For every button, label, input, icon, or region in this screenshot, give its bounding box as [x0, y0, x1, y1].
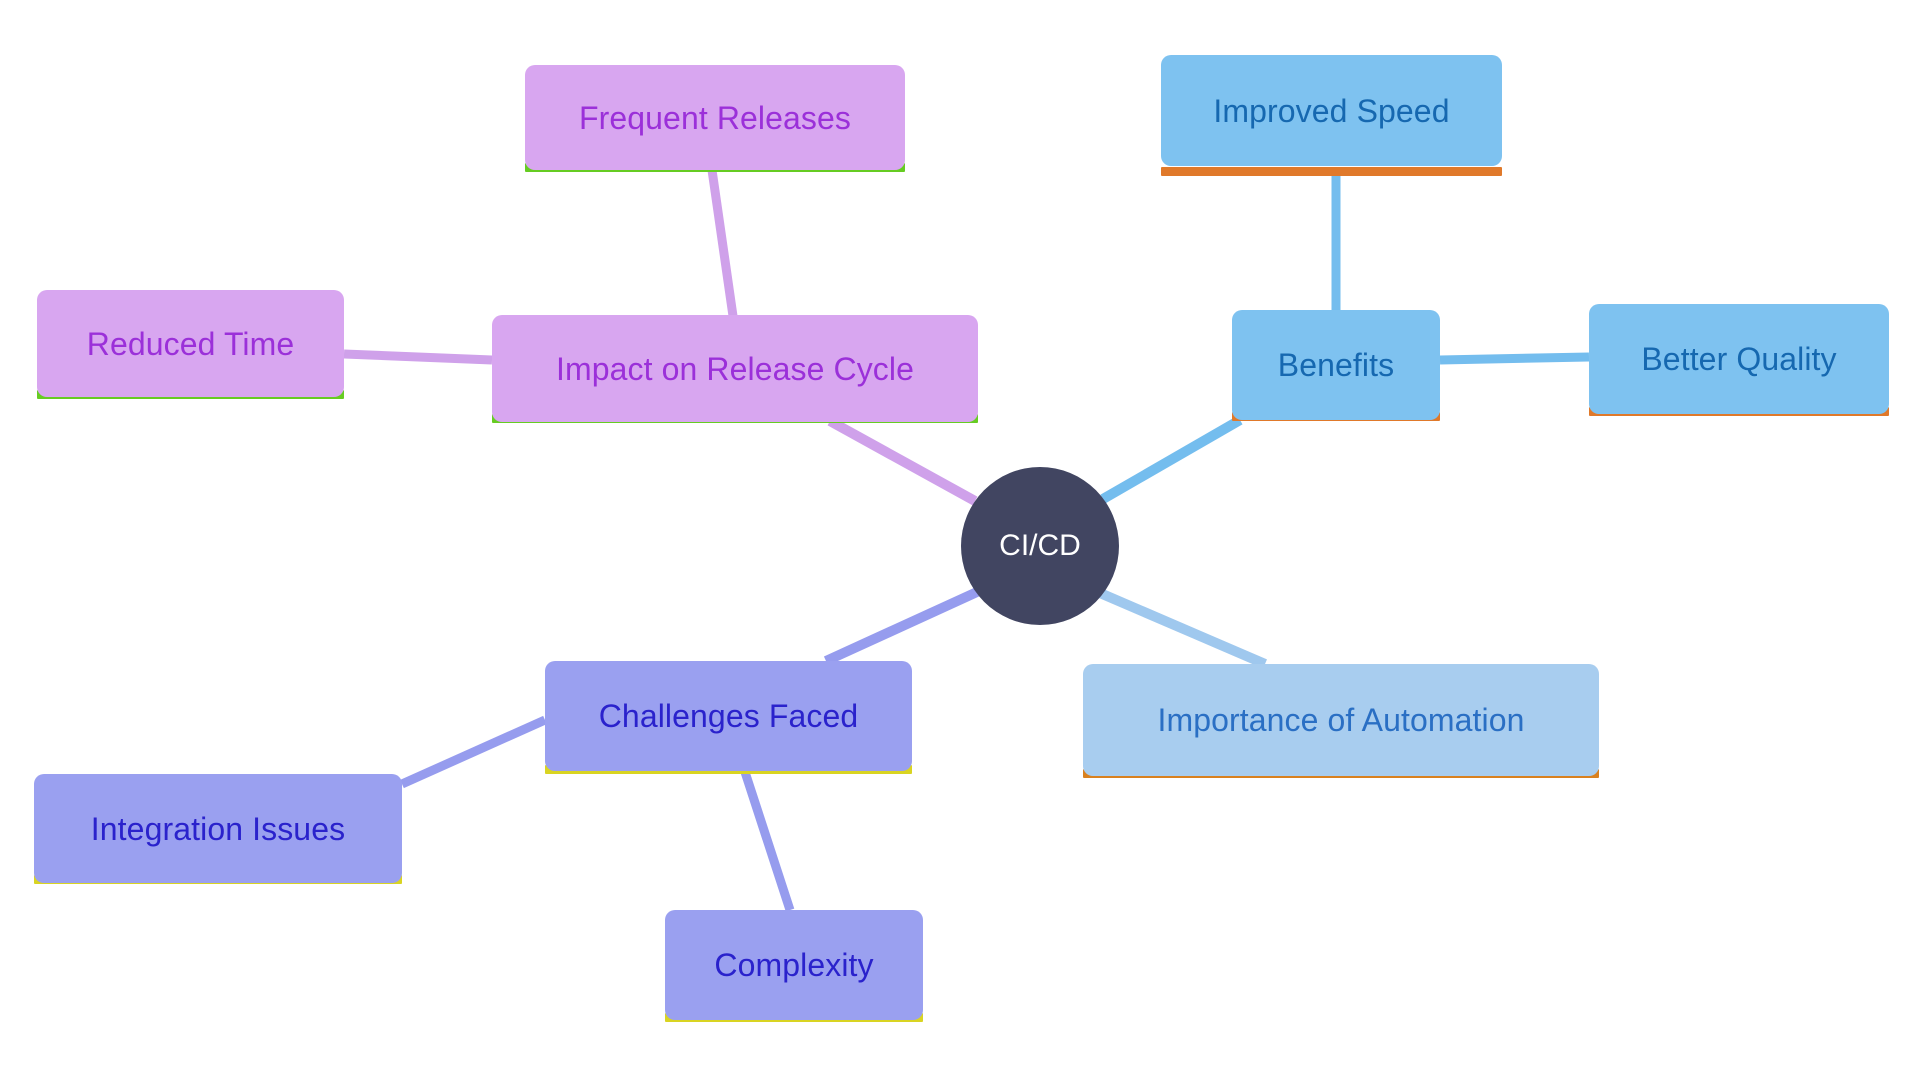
- center-node-cicd[interactable]: CI/CD: [961, 467, 1119, 625]
- node-label-complexity: Complexity: [714, 947, 874, 983]
- edge-challenges-integration: [400, 715, 547, 789]
- edge-cicd-impact: [827, 416, 978, 506]
- edge-challenges-complexity: [740, 770, 795, 912]
- node-better-quality[interactable]: Better Quality: [1589, 304, 1889, 414]
- edge-cicd-benefits: [1100, 415, 1243, 504]
- node-label-benefits: Benefits: [1277, 347, 1395, 383]
- node-frequent-releases[interactable]: Frequent Releases: [525, 65, 905, 170]
- edge-cicd-challenges: [823, 587, 980, 666]
- node-importance-of-automation[interactable]: Importance of Automation: [1083, 664, 1599, 776]
- node-impact-on-release-cycle[interactable]: Impact on Release Cycle: [492, 315, 978, 422]
- node-label-reduced-time: Reduced Time: [86, 325, 295, 362]
- node-label-challenges-faced: Challenges Faced: [598, 698, 859, 734]
- node-improved-speed[interactable]: Improved Speed: [1161, 55, 1502, 166]
- node-label-integration-issues: Integration Issues: [90, 810, 346, 847]
- edge-impact-reduced: [343, 349, 493, 365]
- node-challenges-faced[interactable]: Challenges Faced: [545, 661, 912, 771]
- edge-layer: [343, 168, 1590, 912]
- mindmap-canvas: Impact on Release Cycle Frequent Releases…: [0, 0, 1920, 1080]
- node-label-better-quality: Better Quality: [1641, 341, 1837, 377]
- edge-impact-frequent: [707, 169, 738, 317]
- edge-benefits-better: [1439, 352, 1590, 365]
- center-node-label: CI/CD: [999, 529, 1081, 562]
- node-complexity[interactable]: Complexity: [665, 910, 923, 1020]
- node-label-impact-on-release-cycle: Impact on Release Cycle: [555, 350, 915, 387]
- node-reduced-time[interactable]: Reduced Time: [37, 290, 344, 397]
- node-label-importance-of-automation: Importance of Automation: [1157, 702, 1525, 738]
- node-integration-issues[interactable]: Integration Issues: [34, 774, 402, 883]
- node-accent-bar-improved-speed: [1161, 167, 1502, 176]
- node-benefits[interactable]: Benefits: [1232, 310, 1440, 420]
- node-label-frequent-releases: Frequent Releases: [578, 99, 852, 136]
- node-label-improved-speed: Improved Speed: [1213, 92, 1450, 129]
- edge-cicd-importance: [1098, 588, 1267, 669]
